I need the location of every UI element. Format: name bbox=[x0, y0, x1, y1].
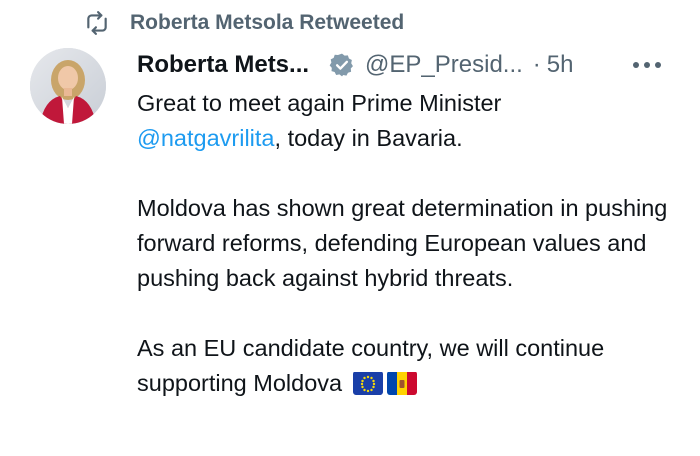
retweet-icon bbox=[87, 11, 107, 35]
retweet-context[interactable]: Roberta Metsola Retweeted bbox=[84, 10, 404, 36]
verified-badge-icon bbox=[329, 53, 353, 77]
paragraph-1: Great to meet again Prime Minister @natg… bbox=[137, 86, 687, 156]
profile-photo bbox=[30, 48, 106, 124]
mention-link[interactable]: @natgavrilita bbox=[137, 125, 275, 151]
separator-dot: · bbox=[532, 51, 541, 78]
paragraph-3: As an EU candidate country, we will cont… bbox=[137, 331, 687, 401]
author-name[interactable]: Roberta Mets... bbox=[137, 51, 309, 79]
avatar[interactable] bbox=[30, 48, 106, 124]
eu-flag-icon bbox=[352, 371, 383, 395]
tweet-header: Roberta Mets... @EP_Presid... · 5h bbox=[137, 48, 677, 82]
tweet-text: Great to meet again Prime Minister @natg… bbox=[137, 86, 687, 401]
timestamp[interactable]: 5h bbox=[547, 51, 574, 79]
author-handle[interactable]: @EP_Presid... bbox=[365, 51, 523, 79]
more-options-icon[interactable] bbox=[630, 48, 663, 82]
text-line-1: Great to meet again Prime Minister bbox=[137, 90, 502, 116]
text-line-2: , today in Bavaria. bbox=[274, 125, 463, 151]
paragraph-2: Moldova has shown great determination in… bbox=[137, 195, 668, 291]
retweet-label: Roberta Metsola Retweeted bbox=[130, 11, 405, 34]
moldova-flag-icon bbox=[386, 371, 417, 395]
